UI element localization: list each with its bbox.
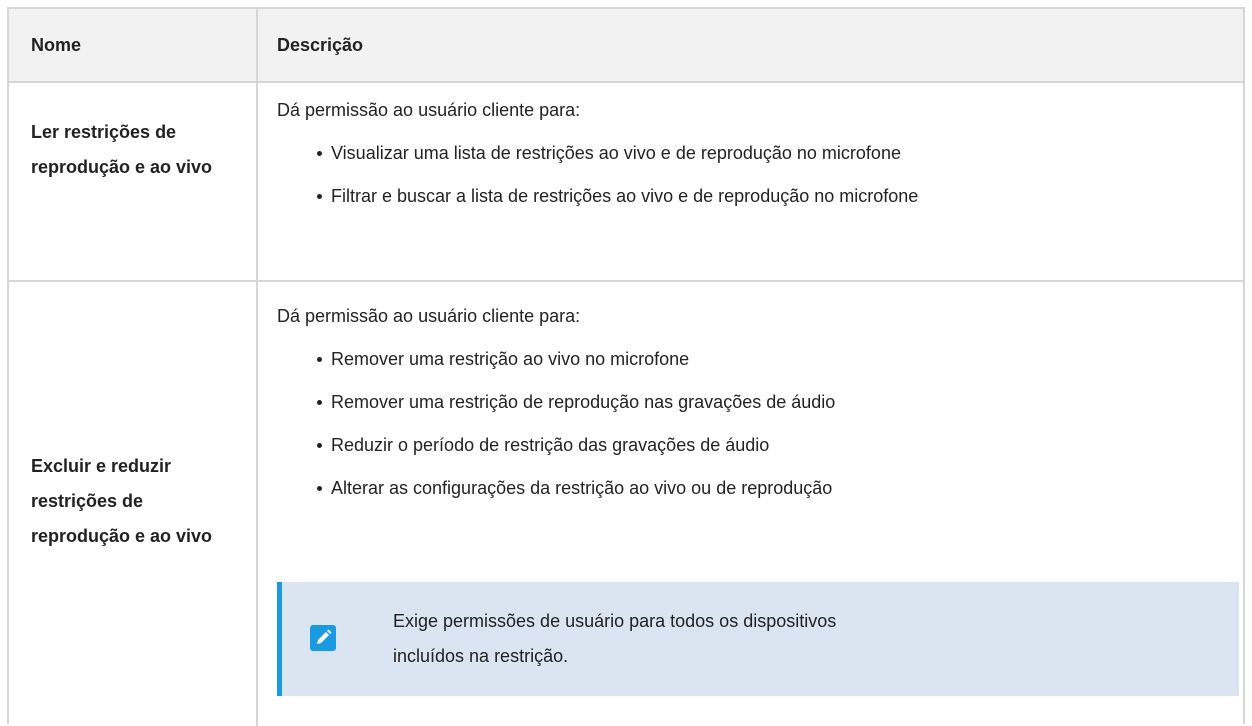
table-header-row: Nome Descrição	[9, 9, 1243, 83]
column-divider	[256, 9, 258, 726]
list-item: Reduzir o período de restrição das grava…	[317, 430, 1227, 460]
row-description: Dá permissão ao usuário cliente para: Vi…	[277, 95, 1227, 224]
list-item: Alterar as configurações da restrição ao…	[317, 473, 1227, 503]
note-line: Exige permissões de usuário para todos o…	[393, 611, 837, 631]
header-name: Nome	[31, 35, 82, 55]
table-row: Excluir e reduzir restrições de reproduç…	[9, 282, 1243, 726]
description-intro: Dá permissão ao usuário cliente para:	[277, 100, 581, 120]
permissions-table: Nome Descrição Ler restrições de reprodu…	[7, 7, 1245, 726]
table-row: Ler restrições de reprodução e ao vivo D…	[9, 83, 1243, 282]
bullet-list: Remover uma restrição ao vivo no microfo…	[277, 344, 1227, 503]
bullet-list: Visualizar uma lista de restrições ao vi…	[277, 138, 1227, 211]
header-description: Descrição	[277, 35, 364, 55]
list-item: Remover uma restrição de reprodução nas …	[317, 387, 1227, 417]
description-intro: Dá permissão ao usuário cliente para:	[277, 306, 581, 326]
list-item: Remover uma restrição ao vivo no microfo…	[317, 344, 1227, 374]
row-name: Excluir e reduzir restrições de reproduç…	[31, 456, 213, 546]
row-name: Ler restrições de reprodução e ao vivo	[31, 122, 213, 177]
pencil-icon	[310, 625, 336, 651]
note-line: incluídos na restrição.	[393, 646, 569, 666]
list-item: Visualizar uma lista de restrições ao vi…	[317, 138, 1227, 168]
note-text: Exige permissões de usuário para todos o…	[393, 604, 993, 674]
row-description: Dá permissão ao usuário cliente para: Re…	[277, 301, 1227, 516]
note-callout: Exige permissões de usuário para todos o…	[277, 582, 1239, 696]
list-item: Filtrar e buscar a lista de restrições a…	[317, 181, 1227, 211]
